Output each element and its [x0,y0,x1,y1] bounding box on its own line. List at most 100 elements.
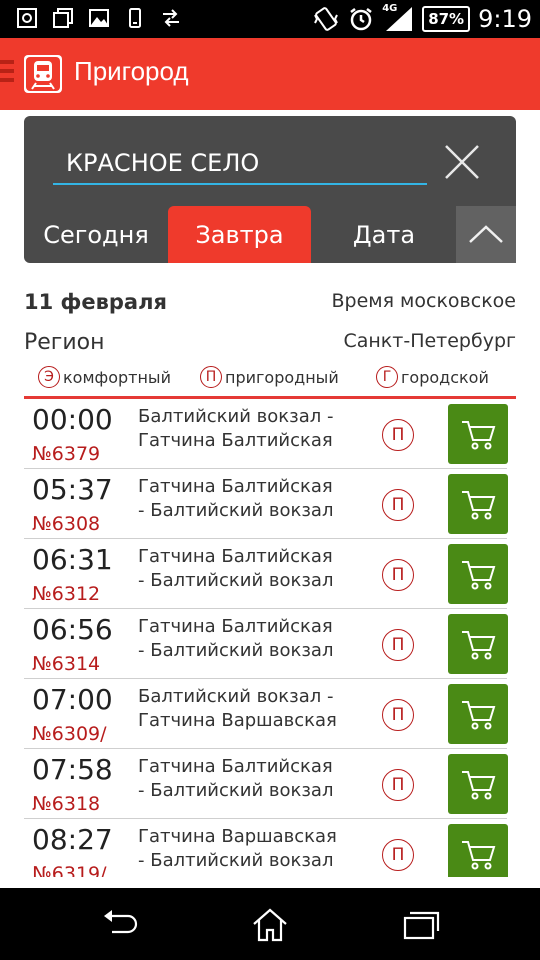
train-type-badge: П [382,559,414,591]
train-row[interactable]: 06:56 №6314 Гатчина Балтийская - Балтийск… [24,609,508,679]
route-line: Гатчина Балтийская [138,616,333,637]
notification-icons [16,7,182,29]
departure-time: 05:37 [32,473,113,506]
buy-ticket-button[interactable] [448,754,508,814]
train-number: №6379 [32,443,101,465]
clock: 9:19 [478,5,532,33]
chevron-up-icon [469,225,503,243]
screen: 4G 87% 9:19 Пригород Сегодня З [0,0,540,960]
route-line: - Балтийский вокзал [138,570,334,591]
train-route: Гатчина Балтийская - Балтийский вокзал [138,615,368,663]
navigation-bar [0,888,540,960]
departure-time: 08:27 [32,823,113,856]
departure-time: 07:00 [32,683,113,716]
train-number: №6319/ [32,863,107,877]
battery-indicator: 87% [422,6,471,32]
legend-badge: Э [38,366,60,388]
train-type-badge: П [382,769,414,801]
legend-label: комфортный [63,367,171,387]
system-indicators: 4G 87% 9:19 [312,3,532,34]
legend-label: городской [401,367,489,387]
network-type: 4G [382,3,398,14]
train-icon[interactable] [24,55,62,93]
cart-icon [462,561,496,590]
legend-suburban: П пригородный [200,366,339,388]
timezone-label: Время московское [331,290,516,312]
home-icon[interactable] [250,906,290,942]
route-line: - Балтийский вокзал [138,850,334,871]
vibrate-icon [312,5,340,33]
train-route: Гатчина Балтийская - Балтийский вокзал [138,755,368,803]
train-route: Гатчина Балтийская - Балтийский вокзал [138,545,368,593]
train-row[interactable]: 07:00 №6309/ Балтийский вокзал - Гатчина … [24,679,508,749]
screenshot-icon [16,7,38,29]
buy-ticket-button[interactable] [448,824,508,877]
train-row[interactable]: 00:00 №6379 Балтийский вокзал - Гатчина Б… [24,399,508,469]
route-line: Балтийский вокзал - [138,686,334,707]
departure-time: 06:31 [32,543,113,576]
tab-tomorrow[interactable]: Завтра [168,206,311,263]
train-number: №6312 [32,583,101,605]
route-line: Балтийский вокзал - [138,406,334,427]
collapse-button[interactable] [456,206,516,263]
train-number: №6314 [32,653,101,675]
train-row[interactable]: 07:58 №6318 Гатчина Балтийская - Балтийск… [24,749,508,819]
route-line: Гатчина Варшавская [138,826,337,847]
train-row[interactable]: 05:37 №6308 Гатчина Балтийская - Балтийск… [24,469,508,539]
image-icon [88,7,110,29]
region-value[interactable]: Санкт-Петербург [343,330,516,352]
departure-time: 06:56 [32,613,113,646]
train-type-badge: П [382,629,414,661]
legend-label: пригородный [225,367,339,387]
train-number: №6309/ [32,723,107,745]
back-icon[interactable] [100,906,140,942]
region-label: Регион [24,330,105,355]
cart-icon [462,771,496,800]
action-bar: Пригород [0,38,540,110]
station-search-input[interactable] [53,143,427,185]
departure-time: 07:58 [32,753,113,786]
legend-badge: Г [376,366,398,388]
train-route: Балтийский вокзал - Гатчина Балтийская [138,405,368,453]
train-type-legend: Э комфортный П пригородный Г городской [38,366,518,390]
route-line: Гатчина Варшавская [138,710,337,731]
cart-icon [462,491,496,520]
train-type-badge: П [382,699,414,731]
recent-apps-icon[interactable] [400,906,440,942]
buy-ticket-button[interactable] [448,544,508,604]
buy-ticket-button[interactable] [448,474,508,534]
train-row[interactable]: 08:27 №6319/ Гатчина Варшавская - Балтийс… [24,819,508,877]
legend-comfort: Э комфортный [38,366,171,388]
train-type-badge: П [382,489,414,521]
legend-badge: П [200,366,222,388]
buy-ticket-button[interactable] [448,684,508,744]
tab-date[interactable]: Дата [311,206,457,263]
departure-time: 00:00 [32,403,113,436]
train-type-badge: П [382,839,414,871]
cart-icon [462,701,496,730]
train-number: №6318 [32,793,101,815]
app-title: Пригород [74,56,189,86]
train-list[interactable]: 00:00 №6379 Балтийский вокзал - Гатчина Б… [24,399,516,877]
train-route: Гатчина Варшавская - Балтийский вокзал [138,825,368,873]
cart-icon [462,841,496,870]
phone-icon [124,7,146,29]
tab-today[interactable]: Сегодня [24,206,168,263]
cart-icon [462,421,496,450]
train-route: Балтийский вокзал - Гатчина Варшавская [138,685,368,733]
buy-ticket-button[interactable] [448,614,508,674]
cart-icon [462,631,496,660]
train-row[interactable]: 06:31 №6312 Гатчина Балтийская - Балтийск… [24,539,508,609]
route-line: Гатчина Балтийская [138,430,333,451]
train-route: Гатчина Балтийская - Балтийский вокзал [138,475,368,523]
train-number: №6308 [32,513,101,535]
menu-lines-icon[interactable] [0,60,14,86]
sync-icon [160,7,182,29]
buy-ticket-button[interactable] [448,404,508,464]
schedule-date: 11 февраля [24,290,167,314]
signal-icon: 4G [382,3,414,33]
close-icon[interactable] [442,142,482,182]
alarm-icon [348,6,374,32]
gallery-stack-icon [52,7,74,29]
legend-city: Г городской [376,366,489,388]
